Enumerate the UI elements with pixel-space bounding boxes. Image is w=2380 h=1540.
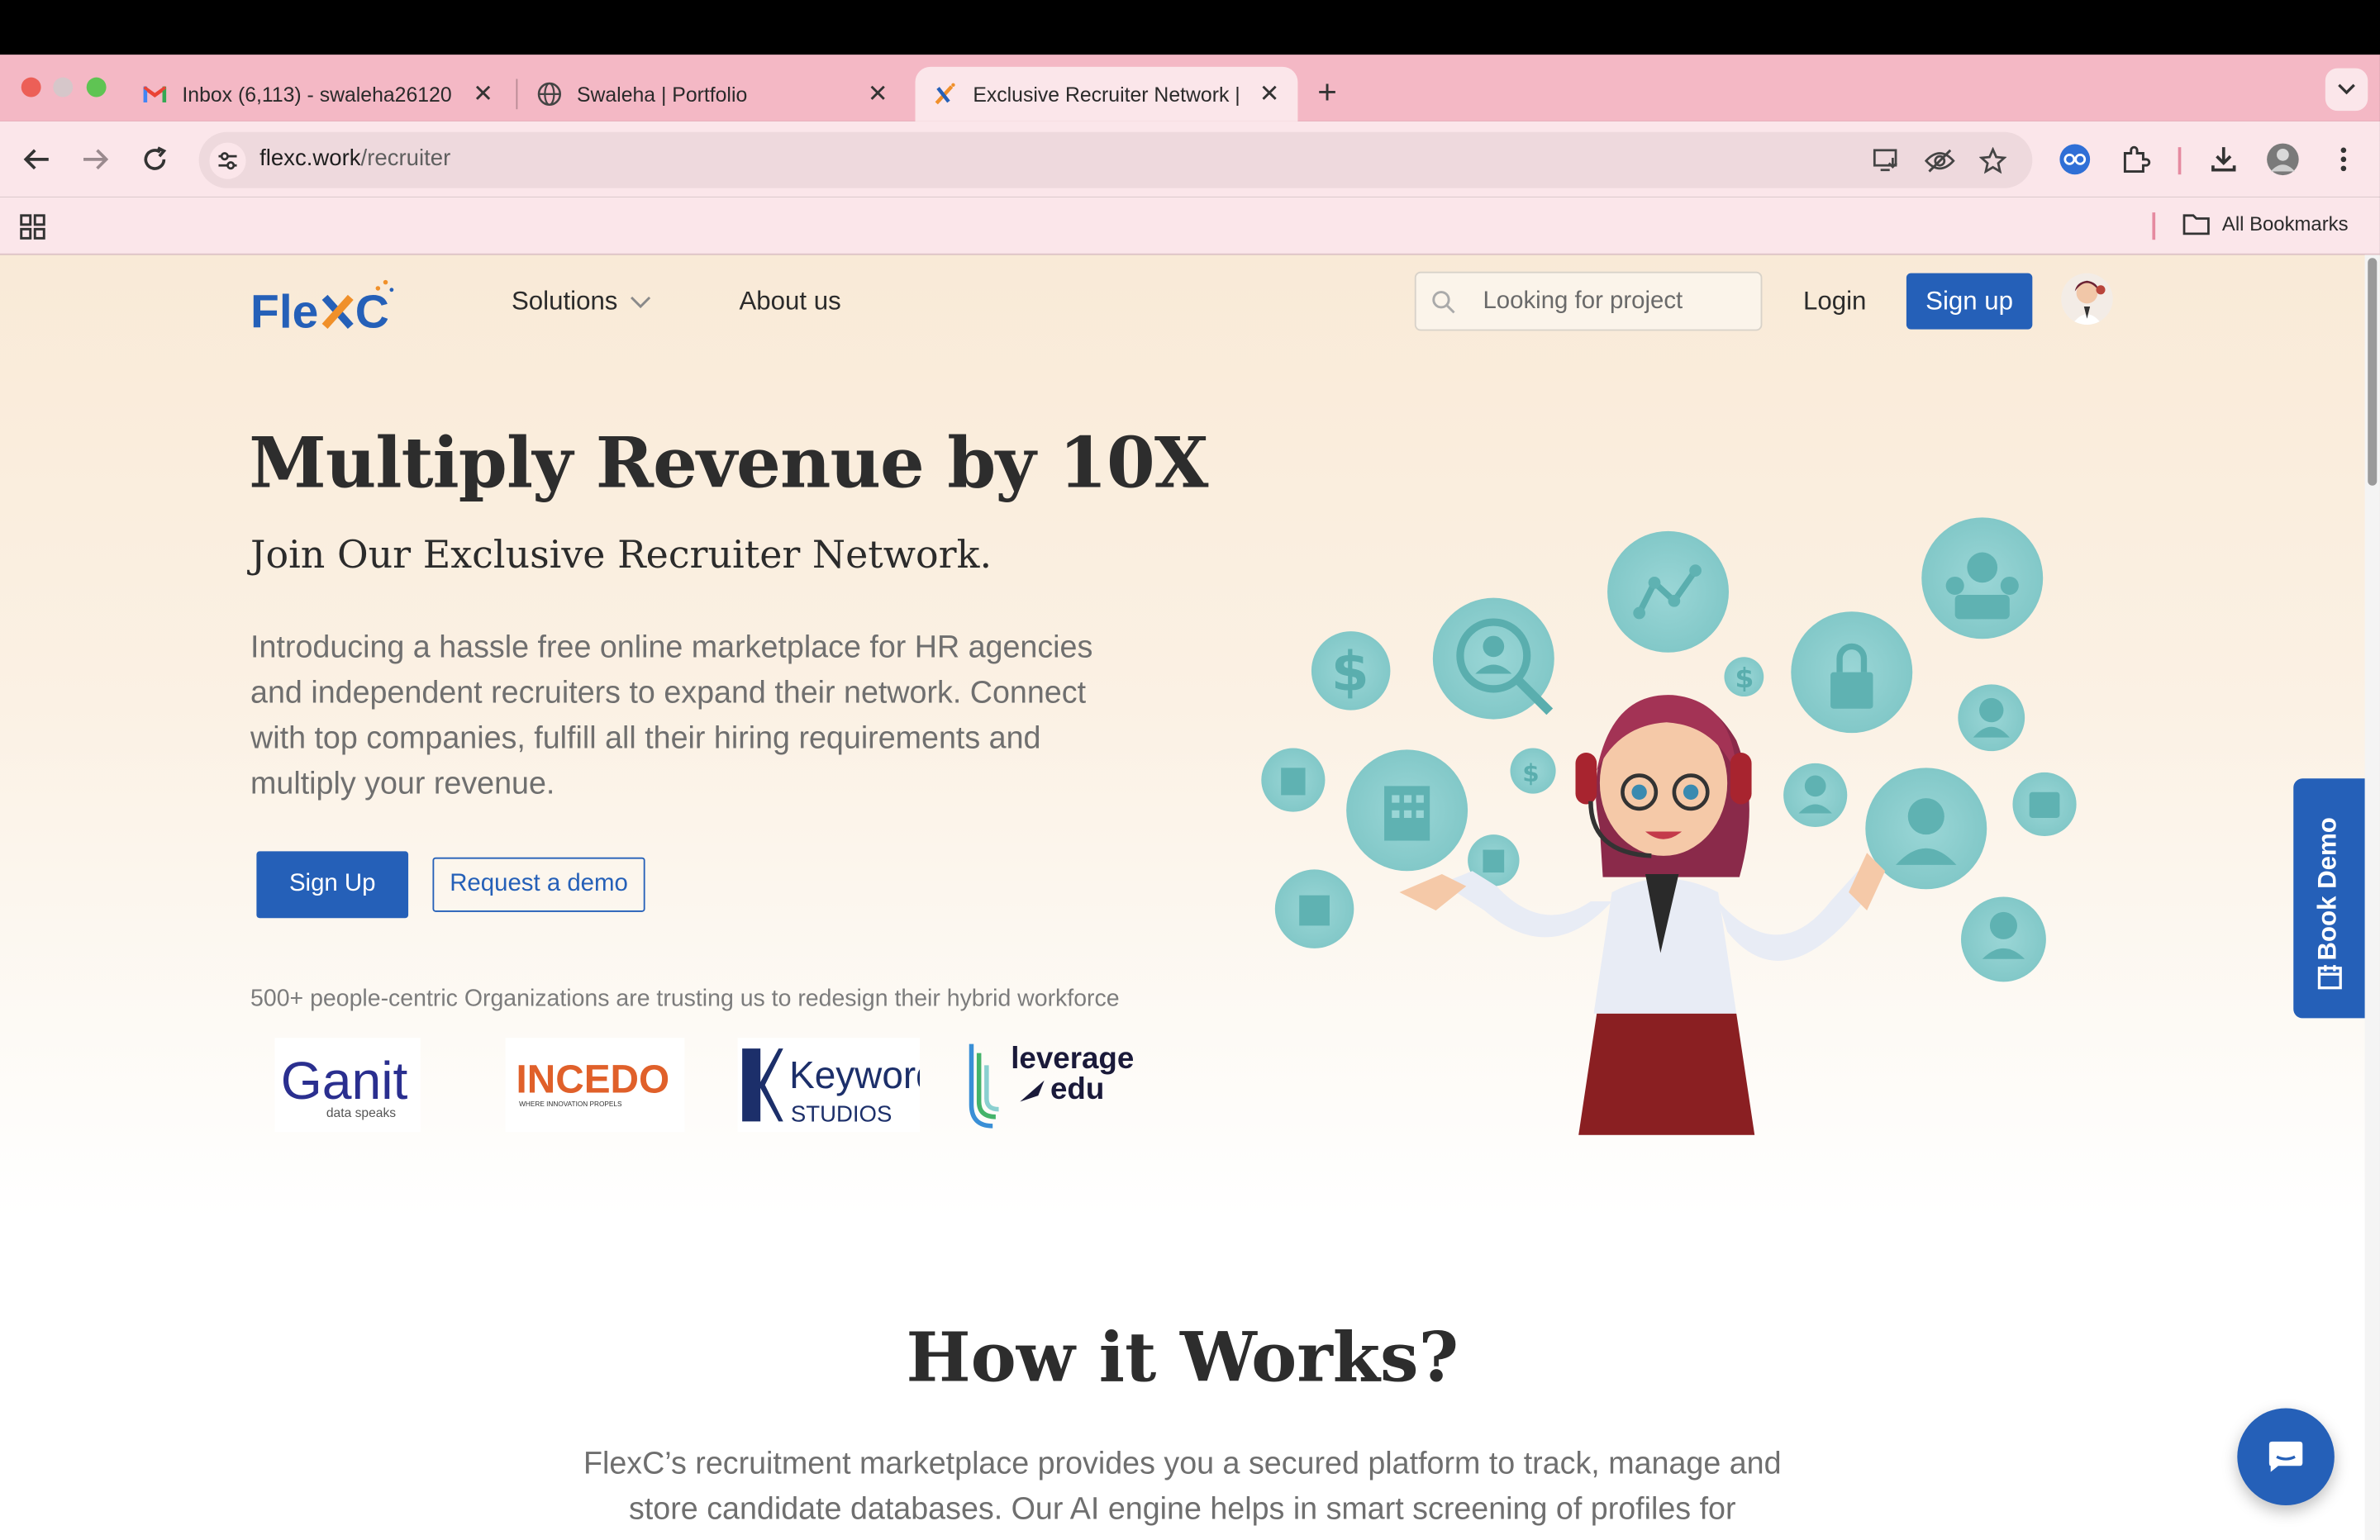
how-it-works-text: FlexC’s recruitment marketplace provides… (583, 1446, 1782, 1527)
minimize-window-button[interactable] (53, 77, 74, 97)
search-icon (1432, 291, 1455, 314)
user-avatar[interactable] (2061, 273, 2113, 326)
close-window-button[interactable] (21, 77, 41, 97)
more-menu-icon[interactable] (2327, 143, 2360, 176)
incedo-wordmark: INCEDO (516, 1058, 669, 1101)
chat-widget-button[interactable] (2237, 1408, 2335, 1506)
svg-text:Fle: Fle (250, 286, 318, 337)
recruiter-character (1399, 695, 1886, 1135)
tab-portfolio[interactable]: Swaleha | Portfolio ✕ (519, 67, 906, 121)
extension-glasses-icon[interactable] (2059, 143, 2092, 176)
globe-icon (537, 82, 562, 107)
bookmark-star-icon[interactable] (1978, 145, 2008, 176)
bookmarks-bar: All Bookmarks (0, 197, 2380, 255)
keywords-tagline: STUDIOS (791, 1100, 892, 1126)
url-text: flexc.work/recruiter (259, 145, 450, 171)
reload-icon[interactable] (138, 143, 171, 176)
flexc-icon (934, 82, 958, 106)
nav-solutions-label: Solutions (511, 287, 618, 316)
close-tab-icon[interactable]: ✕ (473, 79, 493, 110)
url-path: /recruiter (360, 145, 451, 172)
tab-strip: Inbox (6,113) - swaleha26120 ✕ Swaleha |… (0, 55, 2380, 121)
svg-text:$: $ (1735, 662, 1754, 694)
calendar-icon (2317, 965, 2342, 990)
profile-avatar-icon[interactable] (2266, 143, 2299, 176)
hero-signup-button[interactable]: Sign Up (256, 851, 409, 919)
book-demo-tab[interactable]: Book Demo (2293, 778, 2370, 1019)
login-link[interactable]: Login (1803, 287, 1866, 317)
client-logo-ganit: Ganit data speaks (274, 1038, 421, 1133)
address-bar[interactable]: flexc.work/recruiter (198, 131, 2033, 188)
all-bookmarks-label: All Bookmarks (2221, 212, 2349, 235)
eye-off-icon[interactable] (1924, 145, 1955, 176)
tab-title: Exclusive Recruiter Network | (973, 83, 1240, 106)
incedo-tagline: WHERE INNOVATION PROPELS (519, 1100, 622, 1108)
dollar-icon: $ (1331, 640, 1369, 704)
tab-title: Inbox (6,113) - swaleha26120 (182, 83, 452, 106)
forward-icon[interactable] (79, 143, 112, 176)
back-icon[interactable] (20, 143, 53, 176)
nav-solutions[interactable]: Solutions (512, 287, 651, 317)
ganit-tagline: data speaks (326, 1106, 396, 1120)
how-it-works-title: How it Works? (906, 1317, 1459, 1398)
url-host: flexc.work (259, 145, 361, 172)
extensions-puzzle-icon[interactable] (2119, 143, 2152, 176)
tab-title: Swaleha | Portfolio (576, 83, 748, 106)
tab-divider (516, 78, 518, 110)
hero-intro: Introducing a hassle free online marketp… (250, 630, 1093, 801)
tab-search-button[interactable] (2325, 68, 2368, 112)
close-tab-icon[interactable]: ✕ (868, 79, 888, 110)
close-tab-icon[interactable]: ✕ (1259, 79, 1280, 110)
tab-recruiter[interactable]: Exclusive Recruiter Network | ✕ (915, 66, 1298, 121)
bookmarks-divider (2152, 212, 2156, 240)
chevron-down-icon (2338, 83, 2355, 95)
signup-button[interactable]: Sign up (1906, 273, 2033, 330)
leverage-tagline: edu (1050, 1072, 1104, 1105)
os-menu-bar (0, 0, 2380, 55)
client-logo-keywords: Keywords STUDIOS (737, 1038, 921, 1133)
toolbar-divider (2178, 147, 2182, 175)
scrollbar-thumb[interactable] (2368, 258, 2378, 486)
apps-grid-icon[interactable] (20, 214, 45, 240)
svg-text:$: $ (1522, 759, 1539, 787)
new-tab-icon[interactable]: + (1317, 73, 1337, 112)
trust-text: 500+ people-centric Organizations are tr… (250, 986, 1120, 1013)
nav-about-us[interactable]: About us (739, 287, 840, 317)
page-scrollbar[interactable] (2364, 254, 2380, 1540)
client-logo-leverage-edu: leverage edu (965, 1038, 1156, 1132)
chat-icon (2268, 1441, 2303, 1472)
flexc-logo[interactable]: Fle C (250, 276, 421, 339)
leverage-wordmark: leverage (1011, 1041, 1134, 1075)
search-placeholder: Looking for project (1483, 288, 1683, 315)
svg-text:C: C (355, 286, 389, 337)
folder-icon (2182, 214, 2210, 235)
book-demo-label: Book Demo (2313, 817, 2343, 961)
hero-title: Multiply Revenue by 10X (249, 421, 1208, 504)
tab-gmail[interactable]: Inbox (6,113) - swaleha26120 ✕ (125, 67, 512, 121)
downloads-icon[interactable] (2207, 143, 2240, 176)
project-search-input[interactable]: Looking for project (1414, 271, 1763, 331)
ganit-wordmark: Ganit (281, 1051, 408, 1110)
page-content: Fle C Solutions About us Looking for pro… (0, 254, 2380, 1540)
chevron-down-icon (630, 296, 651, 308)
all-bookmarks-button[interactable]: All Bookmarks (2182, 212, 2349, 235)
request-demo-button[interactable]: Request a demo (432, 857, 645, 912)
gmail-icon (143, 82, 167, 106)
maximize-window-button[interactable] (86, 77, 107, 97)
keywords-wordmark: Keywords (789, 1053, 920, 1096)
browser-toolbar: flexc.work/recruiter (0, 121, 2380, 197)
site-settings-icon[interactable] (209, 142, 246, 179)
client-logo-incedo: INCEDO WHERE INNOVATION PROPELS (505, 1038, 685, 1133)
recruiter-illustration: $ $ $ (1261, 517, 2077, 1135)
install-app-icon[interactable] (1872, 145, 1902, 176)
hero-subtitle: Join Our Exclusive Recruiter Network. (250, 532, 992, 577)
